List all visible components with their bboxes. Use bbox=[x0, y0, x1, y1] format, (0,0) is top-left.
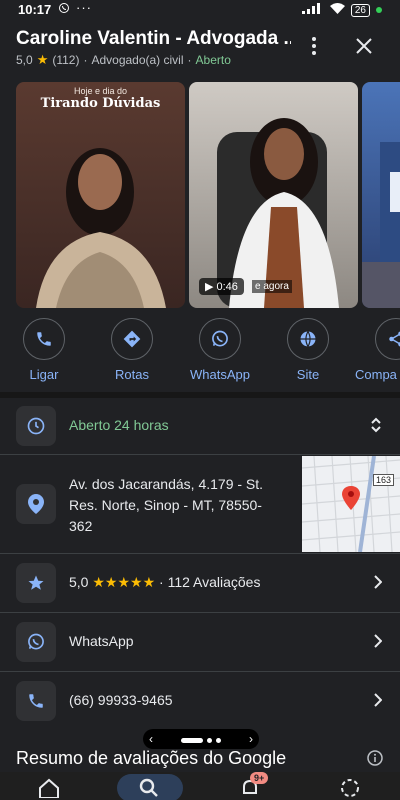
status-time: 10:17 bbox=[18, 2, 52, 17]
share-button[interactable]: Compa bbox=[343, 318, 400, 382]
globe-icon bbox=[300, 331, 316, 348]
chevron-right-icon bbox=[374, 693, 383, 712]
whatsapp-row[interactable]: WhatsApp bbox=[0, 613, 400, 671]
chevron-right-icon[interactable]: › bbox=[249, 732, 253, 746]
building-figure bbox=[362, 142, 400, 308]
video-duration: 0:46 bbox=[216, 280, 238, 293]
whatsapp-icon bbox=[212, 330, 228, 347]
hours-row[interactable]: Aberto 24 horas bbox=[0, 398, 400, 454]
phone-row[interactable]: (66) 99933-9465 bbox=[0, 672, 400, 730]
separator: · bbox=[159, 574, 164, 590]
status-bar: 10:17 ··· 26 bbox=[0, 0, 400, 20]
whatsapp-text: WhatsApp bbox=[69, 633, 134, 649]
map-streets bbox=[302, 456, 400, 552]
route-shield: 163 bbox=[372, 474, 394, 486]
directions-icon bbox=[123, 330, 141, 348]
rating-stars: ★★★★★ bbox=[92, 574, 156, 590]
expand-icon[interactable] bbox=[370, 416, 382, 439]
rating-count: 112 Avaliações bbox=[167, 574, 261, 590]
reviews-summary-heading: Resumo de avaliações do Google bbox=[16, 748, 287, 768]
share-label: Compa bbox=[355, 367, 397, 382]
directions-button[interactable]: Rotas bbox=[97, 318, 167, 382]
carousel-indicator bbox=[181, 732, 221, 746]
close-button[interactable] bbox=[350, 32, 378, 60]
address-line: Av. dos Jacarandás, 4.179 - St. bbox=[69, 476, 264, 492]
info-icon[interactable] bbox=[367, 750, 383, 771]
address-line: Res. Norte, Sinop - MT, 78550- bbox=[69, 497, 262, 513]
separator: · bbox=[83, 53, 88, 67]
review-count[interactable]: (112) bbox=[52, 53, 79, 67]
more-notifications-icon: ··· bbox=[76, 0, 92, 15]
chevron-left-icon[interactable]: ‹ bbox=[149, 732, 153, 746]
star-icon: ★ bbox=[36, 52, 49, 67]
open-status: Aberto bbox=[195, 53, 231, 67]
wifi-icon bbox=[329, 3, 345, 17]
photo-carousel[interactable]: Hoje e dia do Tirando Dúvidas ▶ 0:46 e a… bbox=[16, 82, 400, 308]
updates-icon[interactable] bbox=[340, 778, 360, 800]
chevron-right-icon bbox=[374, 634, 383, 653]
rating-value: 5,0 bbox=[16, 53, 33, 67]
phone-icon bbox=[16, 681, 56, 721]
bottom-navigation: 9+ bbox=[0, 772, 400, 800]
hours-text: Aberto 24 horas bbox=[69, 417, 169, 433]
address-text: Av. dos Jacarandás, 4.179 - St. Res. Nor… bbox=[69, 474, 263, 537]
play-icon: ▶ bbox=[205, 281, 214, 293]
whatsapp-label: WhatsApp bbox=[190, 367, 250, 382]
photo-video[interactable]: ▶ 0:46 e agora bbox=[189, 82, 358, 308]
whatsapp-icon bbox=[16, 622, 56, 662]
rating-value: 5,0 bbox=[69, 574, 89, 590]
website-label: Site bbox=[296, 367, 320, 382]
more-options-button[interactable] bbox=[300, 32, 328, 60]
person-figure bbox=[36, 148, 166, 308]
rating-summary: 5,0 ★★★★★ · 112 Avaliações bbox=[69, 574, 260, 591]
status-icons: 26 bbox=[301, 3, 382, 17]
whatsapp-button[interactable]: WhatsApp bbox=[185, 318, 255, 382]
place-category: Advogado(a) civil bbox=[91, 53, 184, 67]
action-buttons: Ligar Rotas WhatsApp Site Compa bbox=[0, 318, 400, 388]
map-thumbnail[interactable]: 163 bbox=[302, 456, 400, 552]
more-vert-icon bbox=[312, 37, 316, 55]
clock-icon bbox=[16, 406, 56, 446]
phone-number: (66) 99933-9465 bbox=[69, 692, 173, 708]
address-line: 362 bbox=[69, 518, 93, 534]
carousel-navigation[interactable]: ‹ › bbox=[143, 729, 259, 749]
place-subtitle: 5,0 ★ (112) · Advogado(a) civil · Aberto bbox=[16, 52, 231, 68]
rating-row[interactable]: 5,0 ★★★★★ · 112 Avaliações bbox=[0, 554, 400, 612]
signal-icon bbox=[301, 3, 324, 17]
star-icon bbox=[16, 563, 56, 603]
photo-tirando-duvidas[interactable]: Hoje e dia do Tirando Dúvidas bbox=[16, 82, 185, 308]
call-button[interactable]: Ligar bbox=[9, 318, 79, 382]
chevron-right-icon bbox=[374, 575, 383, 594]
website-button[interactable]: Site bbox=[273, 318, 343, 382]
whatsapp-notification-icon bbox=[58, 2, 70, 17]
video-overlay-text: e agora bbox=[252, 280, 292, 293]
notification-badge: 9+ bbox=[250, 772, 269, 784]
directions-label: Rotas bbox=[115, 367, 149, 382]
photo-building[interactable] bbox=[362, 82, 400, 308]
call-label: Ligar bbox=[29, 367, 59, 382]
close-icon bbox=[356, 38, 372, 54]
place-title: Caroline Valentin - Advogada ... bbox=[16, 28, 291, 49]
location-pin-icon bbox=[16, 484, 56, 524]
battery-icon: 26 bbox=[350, 3, 370, 17]
phone-icon bbox=[37, 332, 51, 346]
share-icon bbox=[389, 331, 400, 347]
privacy-indicator-icon bbox=[376, 7, 382, 13]
person-figure bbox=[217, 118, 339, 308]
home-icon[interactable] bbox=[38, 778, 60, 800]
search-icon[interactable] bbox=[139, 778, 159, 800]
video-duration-badge: ▶ 0:46 bbox=[199, 278, 244, 295]
separator: · bbox=[187, 53, 192, 67]
